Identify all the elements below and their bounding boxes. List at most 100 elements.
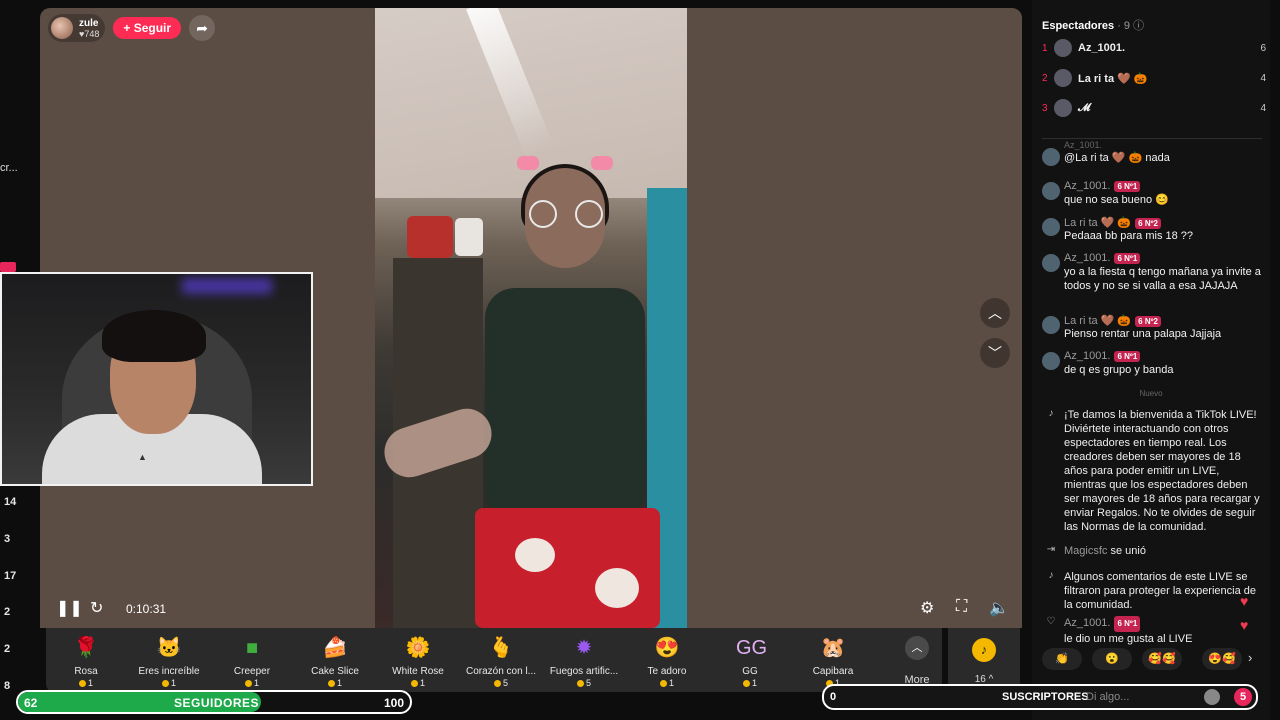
player-controls: ❚❚ ↻ 0:10:31 ⚙ ⛶ 🔈 — [40, 594, 1022, 624]
streamer-avatar[interactable] — [51, 17, 73, 39]
reaction-button[interactable]: 😍🥰 — [1202, 648, 1242, 670]
coin-icon — [78, 680, 86, 688]
commenter-name[interactable]: Az_1001. — [1064, 350, 1110, 362]
gift-item[interactable]: 🍰 Cake Slice 1 — [295, 634, 375, 688]
gift-item[interactable]: 🌹 Rosa 1 — [46, 634, 126, 688]
reaction-button[interactable]: 😮 — [1092, 648, 1132, 670]
streamer-likes: ♥748 — [79, 28, 100, 39]
commenter-avatar[interactable] — [1042, 148, 1060, 166]
commenter-name[interactable]: Az_1001. — [1064, 252, 1110, 264]
gift-item[interactable]: ■ Creeper 1 — [212, 634, 292, 688]
share-icon[interactable]: ➦ — [189, 15, 216, 41]
new-messages-label: Nuevo — [1139, 389, 1163, 398]
commenter-name[interactable]: La ri ta 🤎 🎃 — [1064, 217, 1131, 229]
volume-icon[interactable]: 🔈 — [989, 598, 1009, 618]
live-video[interactable] — [375, 8, 687, 628]
streamer-name: zule — [79, 17, 99, 29]
commenter-avatar[interactable] — [1042, 182, 1060, 200]
like-user[interactable]: Az_1001. — [1064, 617, 1110, 629]
viewer-score: 6 — [1260, 42, 1266, 54]
gift-item[interactable]: 😍 Te adoro 1 — [627, 634, 707, 688]
comment-text: de q es grupo y banda — [1064, 364, 1174, 376]
fan-badge: 6 Nº1 — [1114, 180, 1141, 192]
love-face-icon: 😍 — [654, 637, 680, 659]
subs-label: SUSCRIPTORES — [1002, 691, 1089, 703]
left-number: 8 — [4, 680, 11, 692]
commenter-avatar[interactable] — [1042, 254, 1060, 272]
like-text: le dio un me gusta al LIVE — [1064, 633, 1193, 645]
viewers-title: Espectadores · 9 ⓘ — [1042, 17, 1144, 33]
gift-name: Corazón con l... — [465, 666, 537, 677]
gift-price-value: 5 — [502, 678, 508, 688]
info-icon[interactable]: ⓘ — [1133, 20, 1144, 32]
divider — [1042, 138, 1262, 139]
viewer-avatar — [1054, 39, 1072, 57]
gift-price: 5 — [461, 678, 541, 688]
gift-name: Capibara — [812, 666, 854, 677]
comment-input[interactable]: Di algo... — [1086, 691, 1129, 703]
left-number: 17 — [4, 570, 17, 582]
gift-item[interactable]: 🌼 White Rose 1 — [378, 634, 458, 688]
fullscreen-icon[interactable]: ⛶ — [956, 598, 967, 616]
gift-name: Rosa — [74, 666, 98, 677]
gift-price-value: 1 — [87, 678, 93, 688]
gift-item[interactable]: ✹ Fuegos artific... 5 — [544, 634, 624, 688]
viewer-score: 4 — [1260, 102, 1266, 114]
coins-button[interactable]: ♪ 16 ^ — [948, 628, 1020, 692]
gift-price: 1 — [627, 678, 707, 688]
reaction-button[interactable]: 🥰🥰 — [1142, 648, 1182, 670]
viewer-rank-row[interactable]: 1 Az_1001. 6 — [1042, 37, 1266, 59]
heart-icon: ♥ — [1240, 617, 1249, 633]
gift-item[interactable]: 🐱 Eres increíble 1 — [129, 634, 209, 688]
viewer-avatar — [1054, 69, 1072, 87]
gift-item[interactable]: GG GG 1 — [710, 634, 790, 688]
streamer-profile[interactable]: zule ♥748 — [48, 14, 106, 42]
emoji-picker-icon[interactable] — [1204, 689, 1220, 705]
left-pink-tag — [0, 262, 16, 272]
refresh-icon[interactable]: ↻ — [90, 598, 103, 618]
commenter-avatar[interactable] — [1042, 316, 1060, 334]
gift-name: Fuegos artific... — [549, 666, 619, 677]
gg-icon: GG — [736, 637, 768, 659]
settings-gear-icon[interactable]: ⚙ — [920, 598, 934, 618]
reaction-button[interactable]: 👏 — [1042, 648, 1082, 670]
gift-price: 5 — [544, 678, 624, 688]
cat-icon: 🐱 — [156, 637, 182, 659]
joined-user[interactable]: Magicsfc — [1064, 545, 1107, 557]
video-glasses — [529, 200, 557, 228]
next-live-button[interactable]: ﹀ — [980, 338, 1010, 368]
comment-text: Pienso rentar una palapa Jajjaja — [1064, 328, 1222, 340]
video-pants-print — [515, 538, 555, 572]
viewer-name: La ri ta 🤎 🎃 — [1078, 72, 1148, 85]
comment-text: @La ri ta 🤎 🎃 nada — [1064, 152, 1170, 164]
gift-name: Creeper — [233, 666, 271, 677]
commenter-avatar[interactable] — [1042, 218, 1060, 236]
commenter-name[interactable]: La ri ta 🤎 🎃 — [1064, 315, 1131, 327]
pause-icon[interactable]: ❚❚ — [56, 598, 83, 618]
heart-icon: ♥ — [1240, 593, 1249, 609]
gift-item[interactable]: 🫰 Corazón con l... 5 — [461, 634, 541, 688]
filtered-text: Algunos comentarios de este LIVE se filt… — [1064, 571, 1257, 611]
video-hair-bow — [591, 156, 613, 170]
coin-icon — [327, 680, 335, 688]
rose-icon: 🌹 — [73, 637, 99, 659]
gift-name: White Rose — [392, 666, 444, 677]
gift-price: 1 — [710, 678, 790, 688]
follow-button[interactable]: + Seguir — [113, 17, 182, 39]
heart-hand-icon: 🫰 — [488, 637, 514, 659]
previous-live-button[interactable]: ︿ — [980, 298, 1010, 328]
commenter-name[interactable]: Az_1001. — [1064, 180, 1110, 192]
coin-icon — [161, 680, 169, 688]
white-rose-icon: 🌼 — [405, 637, 431, 659]
fan-badge: 6 Nº2 — [1135, 315, 1161, 327]
gift-price-value: 1 — [419, 678, 425, 688]
viewer-score: 4 — [1260, 72, 1266, 84]
viewer-rank-row[interactable]: 2 La ri ta 🤎 🎃 4 — [1042, 67, 1266, 89]
more-gifts-button[interactable]: ︿ More — [892, 636, 942, 686]
viewer-rank-row[interactable]: 3 𝓜 4 — [1042, 97, 1266, 119]
gift-item[interactable]: 🐹 Capibara 1 — [793, 634, 873, 688]
chevron-right-icon[interactable]: › — [1248, 650, 1252, 665]
gift-name: Cake Slice — [311, 666, 359, 677]
commenter-name[interactable]: Az_1001. — [1064, 140, 1102, 150]
commenter-avatar[interactable] — [1042, 352, 1060, 370]
